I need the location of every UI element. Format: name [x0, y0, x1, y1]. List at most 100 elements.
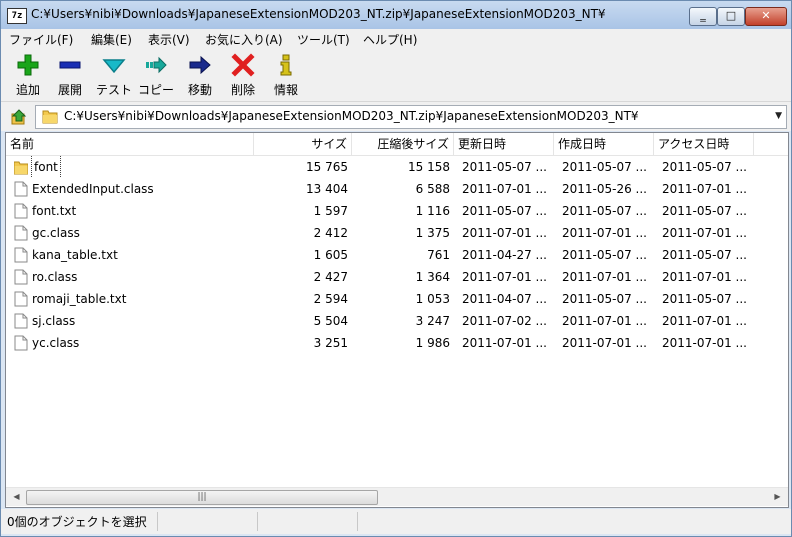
test-button[interactable]: テスト: [96, 53, 132, 98]
table-row[interactable]: gc.class 2 412 1 375 2011-07-01 ... 2011…: [6, 222, 788, 244]
check-icon: [102, 59, 126, 74]
info-button[interactable]: 情報: [269, 53, 303, 98]
name-cell: romaji_table.txt: [14, 288, 254, 310]
file-icon: [14, 247, 28, 263]
created-cell: 2011-05-07 ...: [562, 248, 647, 262]
move-arrow-icon: [189, 55, 211, 75]
minimize-button[interactable]: ‗: [689, 7, 717, 26]
size-cell: 1 597: [313, 204, 348, 218]
move-button[interactable]: 移動: [183, 53, 217, 98]
modified-cell: 2011-04-07 ...: [462, 292, 547, 306]
accessed-cell: 2011-07-01 ...: [662, 182, 747, 196]
file-icon: [14, 269, 28, 285]
column-created[interactable]: 作成日時: [554, 133, 654, 155]
menu-favorites[interactable]: お気に入り(A): [205, 31, 283, 48]
size-cell: 3 251: [313, 336, 348, 350]
minus-icon: [59, 61, 81, 69]
created-cell: 2011-05-07 ...: [562, 160, 647, 174]
horizontal-scrollbar[interactable]: ◀ ||| ▶: [6, 487, 788, 506]
scrollbar-thumb[interactable]: |||: [26, 490, 378, 505]
table-row[interactable]: sj.class 5 504 3 247 2011-07-02 ... 2011…: [6, 310, 788, 332]
address-bar: C:¥Users¥nibi¥Downloads¥JapaneseExtensio…: [1, 102, 791, 131]
info-label: 情報: [273, 83, 298, 97]
maximize-button[interactable]: □: [717, 7, 745, 26]
packed-size-cell: 3 247: [415, 314, 450, 328]
modified-cell: 2011-07-01 ...: [462, 336, 547, 350]
file-name: font.txt: [32, 204, 77, 218]
file-icon: [14, 203, 28, 219]
packed-size-cell: 761: [427, 248, 450, 262]
name-cell: gc.class: [14, 222, 254, 244]
table-row[interactable]: kana_table.txt 1 605 761 2011-04-27 ... …: [6, 244, 788, 266]
folder-icon: [14, 161, 28, 175]
app-window: 7z C:¥Users¥nibi¥Downloads¥JapaneseExten…: [0, 0, 792, 537]
scroll-left-icon[interactable]: ◀: [8, 488, 25, 506]
table-row[interactable]: ExtendedInput.class 13 404 6 588 2011-07…: [6, 178, 788, 200]
address-input[interactable]: C:¥Users¥nibi¥Downloads¥JapaneseExtensio…: [35, 105, 787, 129]
delete-x-icon: [231, 53, 255, 77]
name-cell: ro.class: [14, 266, 254, 288]
column-header: 名前 サイズ 圧縮後サイズ 更新日時 作成日時 アクセス日時: [6, 133, 788, 156]
app-7zip-icon[interactable]: 7z: [7, 8, 27, 24]
file-list[interactable]: 名前 サイズ 圧縮後サイズ 更新日時 作成日時 アクセス日時 font 15 7…: [5, 132, 789, 508]
packed-size-cell: 1 053: [415, 292, 450, 306]
file-icon: [14, 335, 28, 351]
menu-bar: ファイル(F) 編集(E) 表示(V) お気に入り(A) ツール(T) ヘルプ(…: [1, 29, 791, 49]
file-icon: [14, 313, 28, 329]
close-button[interactable]: ✕: [745, 7, 787, 26]
accessed-cell: 2011-05-07 ...: [662, 204, 747, 218]
scroll-right-icon[interactable]: ▶: [769, 488, 786, 506]
accessed-cell: 2011-07-01 ...: [662, 226, 747, 240]
menu-tools[interactable]: ツール(T): [297, 31, 350, 48]
dropdown-arrow-icon[interactable]: ▼: [775, 111, 782, 121]
menu-help[interactable]: ヘルプ(H): [363, 31, 417, 48]
extract-button[interactable]: 展開: [53, 53, 87, 98]
accessed-cell: 2011-07-01 ...: [662, 270, 747, 284]
modified-cell: 2011-07-01 ...: [462, 226, 547, 240]
menu-edit[interactable]: 編集(E): [91, 31, 132, 48]
up-folder-icon[interactable]: [11, 109, 27, 125]
copy-button[interactable]: コピー: [138, 53, 174, 98]
info-icon: [280, 54, 292, 76]
column-size[interactable]: サイズ: [254, 133, 352, 155]
name-cell: font: [14, 156, 254, 178]
packed-size-cell: 1 375: [415, 226, 450, 240]
created-cell: 2011-05-26 ...: [562, 182, 647, 196]
modified-cell: 2011-07-01 ...: [462, 182, 547, 196]
table-row[interactable]: font.txt 1 597 1 116 2011-05-07 ... 2011…: [6, 200, 788, 222]
add-button[interactable]: 追加: [11, 53, 45, 98]
name-cell: font.txt: [14, 200, 254, 222]
created-cell: 2011-05-07 ...: [562, 204, 647, 218]
column-packed-size[interactable]: 圧縮後サイズ: [352, 133, 454, 155]
menu-view[interactable]: 表示(V): [148, 31, 190, 48]
file-name: ro.class: [32, 270, 78, 284]
created-cell: 2011-07-01 ...: [562, 314, 647, 328]
packed-size-cell: 1 364: [415, 270, 450, 284]
accessed-cell: 2011-05-07 ...: [662, 248, 747, 262]
accessed-cell: 2011-05-07 ...: [662, 160, 747, 174]
column-name[interactable]: 名前: [6, 133, 254, 155]
column-modified[interactable]: 更新日時: [454, 133, 554, 155]
file-name: kana_table.txt: [32, 248, 118, 262]
modified-cell: 2011-04-27 ...: [462, 248, 547, 262]
toolbar: 追加 展開 テスト コピー 移動 削除 情報: [1, 49, 791, 102]
delete-button[interactable]: 削除: [226, 53, 260, 98]
menu-file[interactable]: ファイル(F): [9, 31, 73, 48]
packed-size-cell: 15 158: [408, 160, 450, 174]
table-row[interactable]: font 15 765 15 158 2011-05-07 ... 2011-0…: [6, 156, 788, 178]
modified-cell: 2011-05-07 ...: [462, 160, 547, 174]
table-row[interactable]: ro.class 2 427 1 364 2011-07-01 ... 2011…: [6, 266, 788, 288]
title-bar[interactable]: 7z C:¥Users¥nibi¥Downloads¥JapaneseExten…: [1, 1, 791, 29]
accessed-cell: 2011-07-01 ...: [662, 314, 747, 328]
table-row[interactable]: yc.class 3 251 1 986 2011-07-01 ... 2011…: [6, 332, 788, 354]
name-cell: kana_table.txt: [14, 244, 254, 266]
table-row[interactable]: romaji_table.txt 2 594 1 053 2011-04-07 …: [6, 288, 788, 310]
status-bar: 0個のオブジェクトを選択: [1, 509, 791, 534]
size-cell: 15 765: [306, 160, 348, 174]
file-icon: [14, 291, 28, 307]
address-path: C:¥Users¥nibi¥Downloads¥JapaneseExtensio…: [64, 109, 639, 123]
created-cell: 2011-07-01 ...: [562, 336, 647, 350]
modified-cell: 2011-07-02 ...: [462, 314, 547, 328]
packed-size-cell: 1 986: [415, 336, 450, 350]
column-accessed[interactable]: アクセス日時: [654, 133, 754, 155]
